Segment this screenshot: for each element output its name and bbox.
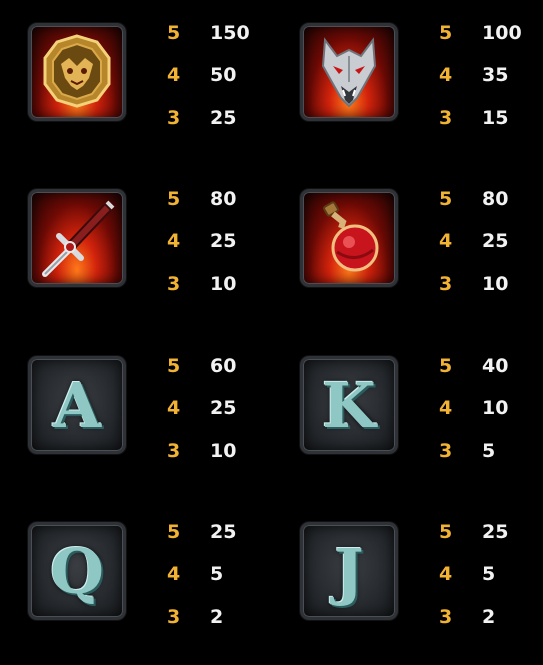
payout-value: 80 [482,188,509,210]
payout-value: 40 [482,355,509,377]
dragon-medallion-icon [28,23,126,121]
payout-value: 25 [210,521,237,543]
paytable-entry-wolf: 5 100 4 35 3 15 [272,0,543,166]
count-label: 5 [439,355,453,377]
count-label: 3 [439,440,453,462]
payout-value: 25 [210,397,237,419]
count-label: 5 [167,188,181,210]
sword-icon [28,189,126,287]
count-label: 4 [167,64,181,86]
count-label: 5 [167,22,181,44]
letter-a-icon: A [28,356,126,454]
count-label: 5 [439,521,453,543]
payout-value: 25 [482,230,509,252]
count-label: 4 [167,563,181,585]
payout-value: 25 [210,107,237,129]
payout-value: 60 [210,355,237,377]
payout-value: 15 [482,107,509,129]
count-label: 3 [439,606,453,628]
payout-value: 10 [482,397,509,419]
paytable-entry-potion: 5 80 4 25 3 10 [272,166,543,332]
payout-value: 2 [210,606,224,628]
symbol-letter: A [52,368,102,442]
count-label: 4 [439,64,453,86]
payout-value: 25 [482,521,509,543]
paytable-entry-sword: 5 80 4 25 3 10 [0,166,272,332]
count-label: 5 [167,521,181,543]
count-label: 4 [439,563,453,585]
payout-value: 150 [210,22,250,44]
payout-value: 10 [210,273,237,295]
payout-value: 80 [210,188,237,210]
count-label: 4 [167,397,181,419]
count-label: 3 [439,107,453,129]
payout-value: 5 [482,440,496,462]
payout-value: 2 [482,606,496,628]
paytable-entry-ace: A 5 60 4 25 3 10 [0,333,272,499]
payout-value: 10 [482,273,509,295]
payout-value: 35 [482,64,509,86]
count-label: 5 [439,22,453,44]
payout-value: 25 [210,230,237,252]
symbol-letter: J [334,534,364,608]
letter-k-icon: K [300,356,398,454]
payout-value: 50 [210,64,237,86]
count-label: 3 [167,107,181,129]
count-label: 3 [167,440,181,462]
count-label: 4 [439,230,453,252]
letter-q-icon: Q [28,522,126,620]
paytable-entry-dragon: 5 150 4 50 3 25 [0,0,272,166]
payout-value: 100 [482,22,522,44]
count-label: 5 [167,355,181,377]
symbol-letter: K [322,368,376,442]
letter-j-icon: J [300,522,398,620]
payout-value: 5 [482,563,496,585]
count-label: 5 [439,188,453,210]
symbol-letter: Q [49,534,104,608]
payout-value: 5 [210,563,224,585]
count-label: 3 [439,273,453,295]
payout-value: 10 [210,440,237,462]
paytable-entry-queen: Q 5 25 4 5 3 2 [0,499,272,665]
count-label: 4 [167,230,181,252]
count-label: 3 [167,606,181,628]
count-label: 3 [167,273,181,295]
count-label: 4 [439,397,453,419]
potion-icon [300,189,398,287]
wolf-head-icon [300,23,398,121]
paytable-entry-king: K 5 40 4 10 3 5 [272,333,543,499]
paytable-entry-jack: J 5 25 4 5 3 2 [272,499,543,665]
